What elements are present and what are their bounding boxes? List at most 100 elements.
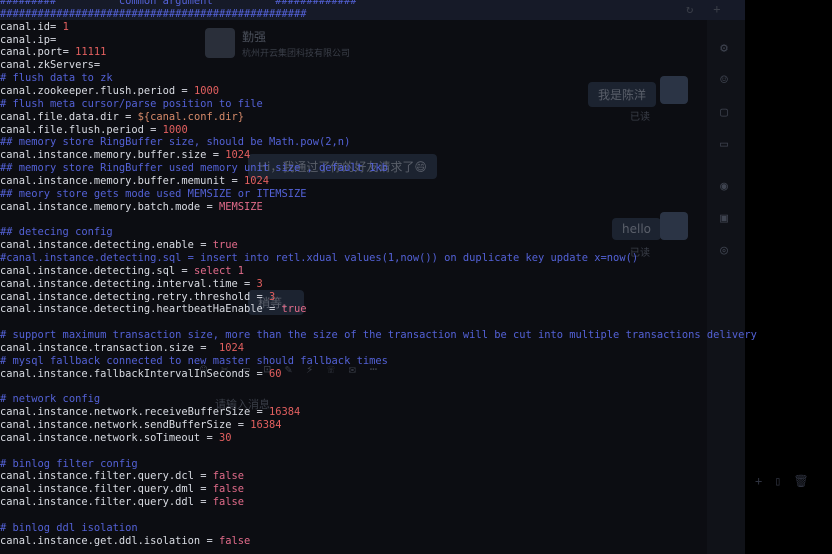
config-key: canal.file.flush.period xyxy=(0,123,144,136)
config-line: canal.ip= xyxy=(0,34,56,47)
config-value: ${canal.conf.dir} xyxy=(137,110,244,123)
config-line: # mysql fallback connected to new master… xyxy=(0,355,388,368)
config-value: select 1 xyxy=(193,264,244,277)
config-value: MEMSIZE xyxy=(218,200,263,213)
config-line: canal.instance.filter.query.dcl = false xyxy=(0,470,244,483)
config-key: canal.zkServers xyxy=(0,59,94,72)
config-line: # binlog ddl isolation xyxy=(0,522,138,535)
config-value: = xyxy=(250,290,270,303)
config-line: ## memory store RingBuffer size, should … xyxy=(0,136,350,149)
config-line: ## detecing config xyxy=(0,226,113,239)
config-key: canal.instance.filter.query.dml xyxy=(0,483,194,496)
config-value: true xyxy=(212,239,238,252)
config-line: ## meory store gets mode used MEMSIZE or… xyxy=(0,188,307,201)
config-comment: #canal.instance.detecting.sql = insert i… xyxy=(0,252,639,264)
config-line: # flush meta cursor/parse position to fi… xyxy=(0,98,263,111)
config-line: canal.instance.network.sendBufferSize = … xyxy=(0,419,282,432)
config-key: canal.zookeeper.flush.period xyxy=(0,84,176,97)
config-value: true xyxy=(281,303,307,316)
config-key: canal.file.data.dir xyxy=(0,110,119,123)
config-line: canal.instance.memory.buffer.memunit = 1… xyxy=(0,175,269,188)
config-comment: ######### common argument ############# xyxy=(0,0,357,7)
config-value: = xyxy=(50,33,57,46)
config-value: = xyxy=(225,174,244,187)
config-line: # binlog filter config xyxy=(0,458,138,471)
config-value: = xyxy=(193,239,213,252)
terminal-config-view: ######### common argument ############# #… xyxy=(0,0,757,554)
config-value: 16384 xyxy=(269,406,301,419)
config-line: canal.id= 1 xyxy=(0,21,69,34)
config-key: canal.instance.detecting.sql xyxy=(0,264,176,277)
config-value: 1024 xyxy=(244,174,270,187)
config-line: canal.zkServers= xyxy=(0,59,100,72)
config-value: = xyxy=(175,264,194,277)
config-value: = xyxy=(62,46,76,59)
config-comment: ## meory store gets mode used MEMSIZE or… xyxy=(0,187,307,200)
config-value: 16384 xyxy=(250,419,282,432)
config-key: canal.instance.transaction.size xyxy=(0,341,194,354)
config-value: = xyxy=(93,59,101,72)
config-line: # support maximum transaction size, more… xyxy=(0,329,757,342)
config-value: = xyxy=(206,149,226,162)
config-value: = xyxy=(262,303,282,316)
config-key: canal.instance.get.ddl.isolation xyxy=(0,534,201,547)
config-line: canal.instance.network.soTimeout = 30 xyxy=(0,432,231,445)
config-value: 3 xyxy=(256,277,263,290)
config-value: = xyxy=(193,341,219,354)
config-key: canal.instance.fallbackIntervalInSeconds xyxy=(0,367,251,380)
config-value: 11111 xyxy=(75,46,107,59)
bottom-action-icons[interactable]: +▯🗑 xyxy=(755,474,821,488)
config-comment: # network config xyxy=(0,393,101,406)
config-line: canal.instance.memory.buffer.size = 1024 xyxy=(0,149,250,162)
config-value: false xyxy=(212,470,244,483)
config-comment: # mysql fallback connected to new master… xyxy=(0,354,388,367)
config-value: = xyxy=(143,123,163,136)
config-key: canal.instance.memory.buffer.size xyxy=(0,149,207,162)
config-key: canal.instance.detecting.interval.time xyxy=(0,277,238,290)
config-comment: ########################################… xyxy=(0,7,307,20)
config-line: canal.instance.detecting.sql = select 1 xyxy=(0,265,244,278)
config-line: #canal.instance.detecting.sql = insert i… xyxy=(0,252,638,265)
config-value: false xyxy=(212,483,244,496)
config-line: canal.instance.detecting.interval.time =… xyxy=(0,278,263,291)
config-line: # flush data to zk xyxy=(0,72,113,85)
config-line: canal.instance.filter.query.dml = false xyxy=(0,483,244,496)
config-line: canal.instance.filter.query.ddl = false xyxy=(0,496,244,509)
config-line: canal.port= 11111 xyxy=(0,46,106,59)
config-value: 1000 xyxy=(193,84,219,97)
config-key: canal.instance.detecting.heartbeatHaEnab… xyxy=(0,303,263,316)
config-value: = xyxy=(200,431,219,444)
config-line: canal.instance.detecting.retry.threshold… xyxy=(0,291,275,304)
config-key: canal.instance.network.receiveBufferSize xyxy=(0,406,251,419)
config-line: ## memory store RingBuffer used memory u… xyxy=(0,162,388,175)
config-comment: ## detecing config xyxy=(0,226,113,239)
config-value: 1000 xyxy=(162,123,188,136)
config-comment: # binlog filter config xyxy=(0,457,138,470)
config-comment: ## memory store RingBuffer used memory u… xyxy=(0,162,388,175)
config-line: canal.file.data.dir = ${canal.conf.dir} xyxy=(0,111,244,124)
config-key: canal.instance.memory.batch.mode xyxy=(0,200,201,213)
config-line: canal.zookeeper.flush.period = 1000 xyxy=(0,85,219,98)
config-value: = xyxy=(237,277,257,290)
config-key: canal.instance.detecting.retry.threshold xyxy=(0,290,251,303)
config-value: 30 xyxy=(218,431,232,444)
config-value: = xyxy=(50,20,63,33)
config-value: 1024 xyxy=(218,341,244,354)
config-key: canal.instance.filter.query.dcl xyxy=(0,470,194,483)
config-line: ######### common argument ############# xyxy=(0,0,357,8)
config-value: 1 xyxy=(62,20,69,33)
config-line: canal.instance.network.receiveBufferSize… xyxy=(0,406,300,419)
config-comment: # binlog ddl isolation xyxy=(0,521,138,534)
config-value: 60 xyxy=(269,367,282,380)
config-value: = xyxy=(231,419,251,432)
config-line: canal.instance.memory.batch.mode = MEMSI… xyxy=(0,201,263,214)
config-value: = xyxy=(175,84,194,97)
config-line: # network config xyxy=(0,393,100,406)
config-value: = xyxy=(193,483,213,496)
config-value: false xyxy=(212,496,244,509)
config-comment: # support maximum transaction size, more… xyxy=(0,329,757,342)
config-value: = xyxy=(250,406,270,419)
config-value: = xyxy=(250,367,270,380)
config-value: = xyxy=(193,470,213,483)
config-line: canal.instance.detecting.enable = true xyxy=(0,239,238,252)
